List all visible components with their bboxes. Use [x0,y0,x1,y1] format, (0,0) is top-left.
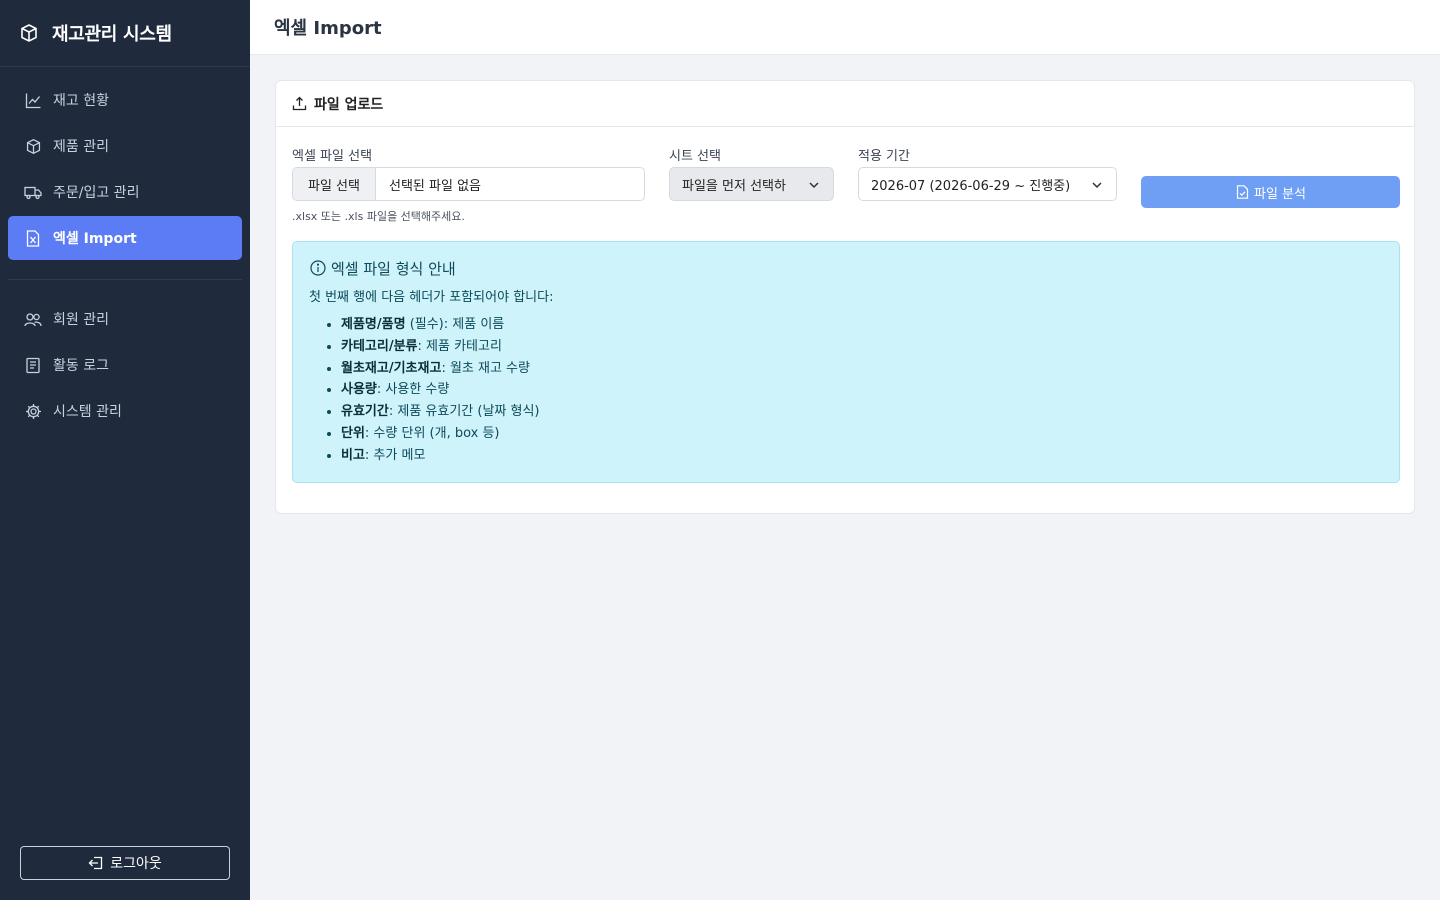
sidebar-item-label: 엑셀 Import [53,231,137,247]
file-field-label: 엑셀 파일 선택 [292,149,373,164]
list-item: 사용량: 사용한 수량 [341,379,1383,401]
file-choose-button[interactable]: 파일 선택 [293,168,376,200]
format-guide-alert: 엑셀 파일 형식 안내 첫 번째 행에 다음 헤더가 포함되어야 합니다: 제품… [292,241,1400,483]
page-header: 엑셀 Import [250,0,1440,55]
sheet-field-label: 시트 선택 [669,149,721,164]
box-icon [24,137,42,155]
sidebar-item-label: 재고 현황 [53,93,109,109]
guide-title: 엑셀 파일 형식 안내 [309,258,1383,278]
sidebar-item-label: 회원 관리 [53,312,109,328]
period-select[interactable]: 2026-07 (2026-06-29 ~ 진행중) [858,167,1117,201]
period-field-label: 적용 기간 [858,149,910,164]
header-name: 제품명/품명 [341,317,406,332]
sheet-select-value: 파일을 먼저 선택하 [682,178,786,194]
header-name: 비고 [341,447,365,463]
list-item: 월초재고/기초재고: 월초 재고 수량 [341,358,1383,380]
header-name: 유효기간 [341,404,389,420]
users-icon [24,310,42,328]
journal-icon [24,356,42,374]
list-item: 비고: 추가 메모 [341,445,1383,467]
chart-line-icon [24,91,42,109]
sidebar-item-products[interactable]: 제품 관리 [8,124,242,168]
file-input[interactable]: 파일 선택 선택된 파일 없음 [292,167,645,201]
logout-icon [88,855,104,871]
header-desc: : 추가 메모 [364,447,426,463]
header-name: 카테고리/분류 [341,338,418,354]
brand: 재고관리 시스템 [0,0,250,67]
sidebar-divider [8,279,242,280]
sidebar-item-label: 시스템 관리 [53,404,122,420]
card-header: 파일 업로드 [276,81,1414,127]
file-hint: .xlsx 또는 .xls 파일을 선택해주세요. [292,210,465,223]
analyze-button-label: 파일 분석 [1254,186,1306,202]
sidebar: 재고관리 시스템 재고 현황 제품 관리 주문/입고 관리 엑셀 Import [0,0,250,900]
box-icon [18,22,40,44]
sidebar-item-label: 주문/입고 관리 [53,185,140,201]
header-desc: : 사용한 수량 [376,382,450,398]
header-desc: : 제품 카테고리 [417,338,502,354]
app-title: 재고관리 시스템 [52,24,172,45]
list-item: 카테고리/분류: 제품 카테고리 [341,336,1383,358]
list-item: 유효기간: 제품 유효기간 (날짜 형식) [341,401,1383,423]
header-desc: : 수량 단위 (개, box 등) [364,425,500,441]
list-item: 제품명/품명 (필수): 제품 이름 [341,314,1383,336]
analyze-file-button[interactable]: 파일 분석 [1141,176,1400,208]
header-name: 월초재고/기초재고 [341,360,442,376]
card-title: 파일 업로드 [314,96,384,113]
guide-list: 제품명/품명 (필수): 제품 이름 카테고리/분류: 제품 카테고리 월초재고… [309,314,1383,467]
info-circle-icon [309,260,326,277]
sheet-select[interactable]: 파일을 먼저 선택하 [669,167,834,201]
sidebar-item-orders[interactable]: 주문/입고 관리 [8,170,242,214]
guide-description: 첫 번째 행에 다음 헤더가 포함되어야 합니다: [309,290,554,305]
logout-button[interactable]: 로그아웃 [20,846,230,880]
file-check-icon [1235,185,1249,199]
header-desc: : 제품 유효기간 (날짜 형식) [388,404,540,420]
upload-icon [291,96,307,112]
logout-label: 로그아웃 [110,856,162,872]
header-name: 단위 [341,425,365,441]
upload-card: 파일 업로드 엑셀 파일 선택 파일 선택 선택된 파일 없음 .xlsx 또는… [275,80,1415,514]
sidebar-item-activity-log[interactable]: 활동 로그 [8,343,242,387]
chevron-down-icon [1092,182,1102,189]
period-select-value: 2026-07 (2026-06-29 ~ 진행중) [871,178,1071,194]
sidebar-item-excel-import[interactable]: 엑셀 Import [8,216,242,260]
file-excel-icon [24,229,42,247]
list-item: 단위: 수량 단위 (개, box 등) [341,423,1383,445]
guide-title-text: 엑셀 파일 형식 안내 [331,259,456,278]
header-desc: (필수): 제품 이름 [405,317,505,332]
sidebar-item-label: 활동 로그 [53,358,109,374]
sidebar-item-inventory-status[interactable]: 재고 현황 [8,78,242,122]
header-name: 사용량 [341,382,377,398]
sidebar-item-system-settings[interactable]: 시스템 관리 [8,389,242,433]
chevron-down-icon [809,182,819,189]
page-title: 엑셀 Import [274,18,382,39]
sidebar-nav: 재고 현황 제품 관리 주문/입고 관리 엑셀 Import 회원 관리 활동 … [0,67,250,433]
sidebar-item-members[interactable]: 회원 관리 [8,297,242,341]
gear-icon [24,402,42,420]
truck-icon [24,183,42,201]
header-desc: : 월초 재고 수량 [441,360,530,376]
sidebar-item-label: 제품 관리 [53,139,109,155]
file-name-display: 선택된 파일 없음 [389,178,481,194]
